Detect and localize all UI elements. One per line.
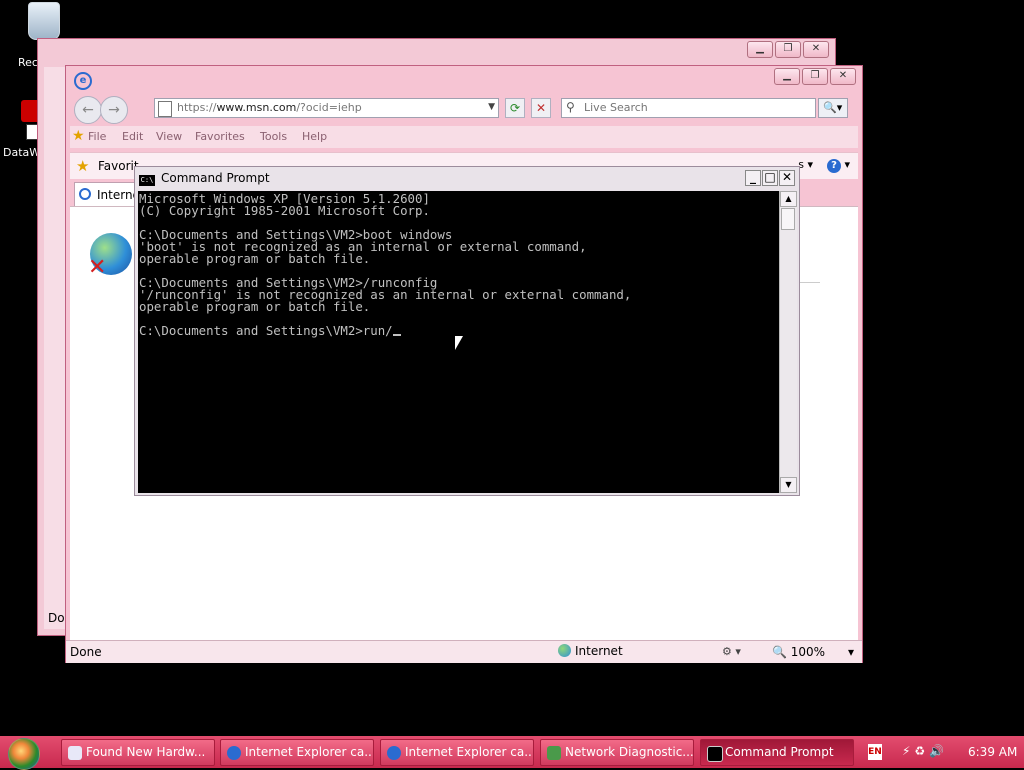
dataw-label: DataW [3, 146, 41, 159]
minimize-button[interactable]: _ [745, 170, 761, 186]
close-button[interactable]: ✕ [803, 41, 829, 58]
page-icon [158, 101, 172, 117]
forward-button[interactable]: → [100, 96, 128, 124]
cmd-icon: C:\ [139, 175, 155, 186]
recycle-bin-label: Rec [18, 56, 38, 69]
taskbar: Found New Hardw... Internet Explorer ca.… [0, 736, 1024, 770]
ie-logo-icon: e [74, 72, 92, 90]
address-url: https://www.msn.com/?ocid=iehp [177, 101, 362, 114]
menu-bar: ★ File Edit View Favorites Tools Help [70, 126, 858, 148]
taskbar-label: Internet Explorer ca... [245, 745, 374, 759]
favorites-button[interactable]: Favorit [98, 159, 139, 173]
recycle-bin-icon[interactable]: Rec [18, 2, 60, 69]
search-input[interactable] [584, 101, 804, 114]
hardware-icon [68, 746, 82, 760]
refresh-button[interactable]: ⟳ [505, 98, 525, 118]
minimize-button[interactable]: ▁ [774, 68, 800, 85]
stop-button[interactable]: ✕ [531, 98, 551, 118]
mouse-pointer-icon [455, 336, 463, 350]
zone-label: Internet [575, 644, 623, 658]
taskbar-label: Network Diagnostic... [565, 745, 694, 759]
favorites-center-icon[interactable]: ★ [72, 128, 85, 144]
cmd-title-bar: C:\ Command Prompt [139, 171, 270, 186]
maximize-button[interactable]: □ [762, 170, 778, 186]
ie-back-title-buttons: ▁ ❐ ✕ [747, 41, 829, 58]
address-dropdown-icon[interactable]: ▼ [488, 102, 495, 112]
menu-edit[interactable]: Edit [122, 130, 143, 143]
tray-icons[interactable]: ⚡♻🔊 [902, 744, 948, 758]
search-box[interactable]: ⚲ [561, 98, 816, 118]
menu-file[interactable]: File [88, 130, 106, 143]
taskbar-ie-2[interactable]: Internet Explorer ca... [380, 739, 534, 766]
command-prompt-window[interactable]: C:\ Command Prompt _ □ ✕ Microsoft Window… [134, 166, 800, 496]
taskbar-command-prompt[interactable]: Command Prompt [700, 739, 854, 766]
tab-label: Interne [97, 188, 138, 202]
toolbar-right: s ▾ ? ▾ [798, 158, 850, 173]
maximize-button[interactable]: ❐ [775, 41, 801, 58]
clock[interactable]: 6:39 AM [968, 745, 1017, 759]
console-line: operable program or batch file. [139, 251, 371, 266]
minimize-button[interactable]: ▁ [747, 41, 773, 58]
menu-view[interactable]: View [156, 130, 182, 143]
cmd-title: Command Prompt [161, 171, 270, 185]
search-go-button[interactable]: 🔍▾ [818, 98, 848, 118]
menu-favorites[interactable]: Favorites [195, 130, 245, 143]
ie-title-buttons: ▁ ❐ ✕ [774, 68, 856, 85]
close-button[interactable]: ✕ [830, 68, 856, 85]
tab-internet[interactable]: Interne [74, 182, 138, 206]
zoom-control[interactable]: 🔍 100% ▾ [772, 645, 854, 659]
taskbar-label: Found New Hardw... [86, 745, 206, 759]
text-cursor [392, 334, 401, 336]
ie-icon [227, 746, 241, 760]
back-button[interactable]: ← [74, 96, 102, 124]
taskbar-network-diagnostics[interactable]: Network Diagnostic... [540, 739, 694, 766]
address-bar[interactable]: https://www.msn.com/?ocid=iehp ▼ [154, 98, 499, 118]
favorites-star-icon[interactable]: ★ [76, 157, 89, 175]
security-zone[interactable]: Internet [558, 644, 623, 658]
help-icon[interactable]: ? [826, 159, 841, 173]
network-icon [547, 746, 561, 760]
menu-help[interactable]: Help [302, 130, 327, 143]
console-line: (C) Copyright 1985-2001 Microsoft Corp. [139, 203, 430, 218]
dataw-shortcut-icon[interactable]: DataW [3, 100, 42, 159]
taskbar-label: Command Prompt [725, 745, 834, 759]
search-icon: ⚲ [566, 100, 575, 114]
taskbar-found-new-hardware[interactable]: Found New Hardw... [61, 739, 215, 766]
scroll-down-icon[interactable]: ▼ [780, 477, 797, 493]
ie-icon [387, 746, 401, 760]
taskbar-ie-1[interactable]: Internet Explorer ca... [220, 739, 374, 766]
scroll-up-icon[interactable]: ▲ [780, 191, 797, 207]
language-indicator[interactable]: EN [868, 744, 882, 760]
error-x-icon: ✕ [88, 255, 107, 280]
tab-ie-icon [79, 188, 91, 200]
zoom-level: 100% [790, 645, 826, 659]
protected-mode-icon[interactable]: ⚙ ▾ [722, 645, 741, 658]
scroll-thumb[interactable] [781, 208, 795, 230]
menu-tools[interactable]: Tools [260, 130, 287, 143]
taskbar-label: Internet Explorer ca... [405, 745, 534, 759]
status-text: Done [70, 645, 102, 659]
start-button[interactable] [8, 738, 40, 770]
maximize-button[interactable]: ❐ [802, 68, 828, 85]
console-line: operable program or batch file. [139, 299, 371, 314]
close-button[interactable]: ✕ [779, 170, 795, 186]
internet-zone-icon [558, 644, 571, 657]
cmd-icon [707, 746, 723, 762]
status-bar: Done Internet ⚙ ▾ 🔍 100% ▾ [66, 640, 862, 663]
vertical-scrollbar[interactable]: ▲ ▼ [779, 191, 797, 493]
console-line: C:\Documents and Settings\VM2>run/ [139, 323, 393, 338]
recycle-bin-image [28, 2, 60, 40]
